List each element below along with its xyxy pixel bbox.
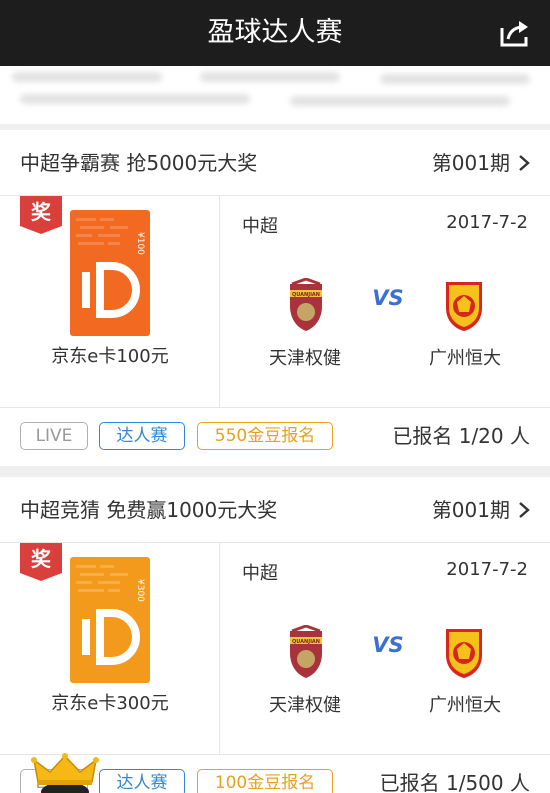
contest-card: 中超竞猜 免费赢1000元大奖 第001期 奖 ¥300 京东e卡300元 中超… <box>0 477 550 793</box>
prize-panel: 奖 ¥100 京东e卡100元 <box>0 196 220 408</box>
league-name: 中超 <box>242 216 278 237</box>
contest-card: 中超争霸赛 抢5000元大奖 第001期 奖 ¥100 京东e卡100元 中超 … <box>0 130 550 466</box>
ecard-value: ¥100 <box>135 232 145 255</box>
crown-avatar-icon[interactable] <box>30 752 100 793</box>
home-team-name: 天津权健 <box>269 348 341 369</box>
contest-name: 中超争霸赛 抢5000元大奖 <box>20 151 258 175</box>
home-team-name: 天津权健 <box>269 695 341 716</box>
jd-ecard-image: ¥100 <box>70 210 150 336</box>
contest-header[interactable]: 中超争霸赛 抢5000元大奖 第001期 <box>0 130 550 196</box>
tianjin-quanjian-crest-icon: QUANJIAN <box>290 278 322 331</box>
away-team-name: 广州恒大 <box>429 348 501 369</box>
contest-body[interactable]: 奖 ¥100 京东e卡100元 中超 2017-7-2 QUANJIAN VS … <box>0 196 550 408</box>
prize-panel: 奖 ¥300 京东e卡300元 <box>0 543 220 755</box>
signup-count: 已报名 1/500 人 <box>379 771 530 793</box>
vs-label: VS <box>372 633 404 657</box>
guangzhou-evergrande-crest-icon <box>446 282 482 331</box>
vs-label: VS <box>372 286 404 310</box>
prize-label: 京东e卡100元 <box>51 346 169 367</box>
chevron-right-icon <box>519 155 530 171</box>
prize-badge: 奖 <box>20 196 62 234</box>
live-tag[interactable]: LIVE <box>20 422 88 450</box>
prize-badge: 奖 <box>20 543 62 581</box>
prize-badge-label: 奖 <box>31 200 52 224</box>
guangzhou-evergrande-crest-icon <box>446 629 482 678</box>
top-bar: 盈球达人赛 <box>0 0 550 66</box>
signup-fee-button[interactable]: 550金豆报名 <box>197 422 333 450</box>
league-name: 中超 <box>242 563 278 584</box>
page-title: 盈球达人赛 <box>207 17 343 48</box>
match-panel: 中超 2017-7-2 QUANJIAN VS 天津权健 广州恒大 <box>220 196 550 408</box>
contest-footer: LIVE 达人赛 550金豆报名 已报名 1/20 人 <box>0 408 550 466</box>
tianjin-quanjian-crest-icon: QUANJIAN <box>290 625 322 678</box>
contest-name: 中超竞猜 免费赢1000元大奖 <box>20 498 278 522</box>
contest-period: 第001期 <box>431 151 510 175</box>
scrolled-content-strip <box>0 66 550 124</box>
match-date: 2017-7-2 <box>446 212 528 233</box>
signup-fee-button[interactable]: 100金豆报名 <box>197 769 333 793</box>
contest-header[interactable]: 中超竞猜 免费赢1000元大奖 第001期 <box>0 477 550 543</box>
contest-body[interactable]: 奖 ¥300 京东e卡300元 中超 2017-7-2 QUANJIAN VS … <box>0 543 550 755</box>
prize-label: 京东e卡300元 <box>51 693 169 714</box>
match-date: 2017-7-2 <box>446 559 528 580</box>
share-icon[interactable] <box>498 18 532 48</box>
contest-period: 第001期 <box>431 498 510 522</box>
ecard-value: ¥300 <box>135 579 145 602</box>
match-panel: 中超 2017-7-2 QUANJIAN VS 天津权健 广州恒大 <box>220 543 550 755</box>
prize-badge-label: 奖 <box>31 547 52 571</box>
jd-ecard-image: ¥300 <box>70 557 150 683</box>
signup-count: 已报名 1/20 人 <box>392 424 530 448</box>
away-team-name: 广州恒大 <box>429 695 501 716</box>
svg-text:QUANJIAN: QUANJIAN <box>292 292 320 298</box>
svg-text:QUANJIAN: QUANJIAN <box>292 639 320 645</box>
contest-type-tag: 达人赛 <box>99 422 185 450</box>
contest-type-tag: 达人赛 <box>99 769 185 793</box>
chevron-right-icon <box>519 502 530 518</box>
